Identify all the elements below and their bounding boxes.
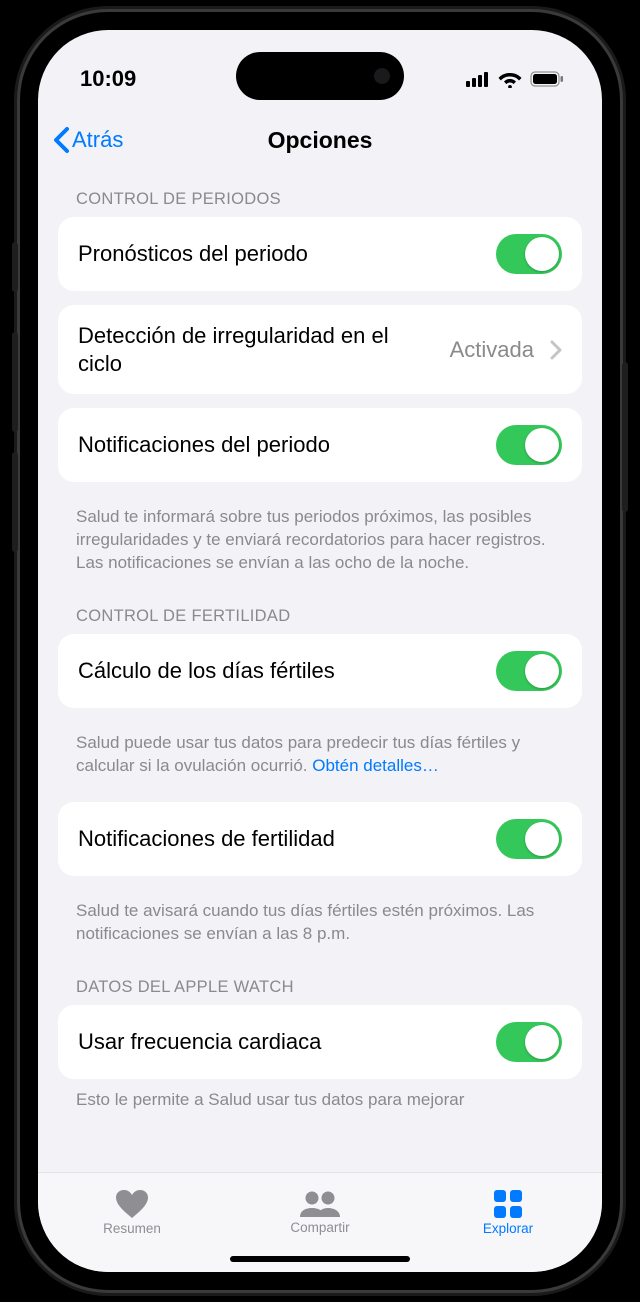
tab-summary[interactable]: Resumen bbox=[38, 1173, 226, 1252]
toggle-heart-rate[interactable] bbox=[496, 1022, 562, 1062]
iphone-device-frame: 10:09 Atrás Opciones bbox=[20, 12, 620, 1290]
toggle-period-notifications[interactable] bbox=[496, 425, 562, 465]
section-header-watch: DATOS DEL APPLE WATCH bbox=[58, 950, 582, 1005]
back-label: Atrás bbox=[72, 127, 123, 153]
home-indicator[interactable] bbox=[230, 1256, 410, 1262]
toggle-period-predictions[interactable] bbox=[496, 234, 562, 274]
chevron-left-icon bbox=[52, 126, 70, 154]
toggle-fertility-notifications[interactable] bbox=[496, 819, 562, 859]
page-title: Opciones bbox=[268, 127, 373, 154]
tab-sharing[interactable]: Compartir bbox=[226, 1173, 414, 1252]
status-time: 10:09 bbox=[80, 66, 136, 92]
section-footer-period: Salud te informará sobre tus periodos pr… bbox=[58, 496, 582, 579]
row-fertility-notifications[interactable]: Notificaciones de fertilidad bbox=[58, 802, 582, 876]
row-label: Cálculo de los días fértiles bbox=[78, 657, 480, 685]
row-cycle-deviation[interactable]: Detección de irregularidad en el ciclo A… bbox=[58, 305, 582, 394]
tab-label: Compartir bbox=[290, 1220, 349, 1235]
heart-icon bbox=[115, 1189, 149, 1219]
section-header-fertility: CONTROL DE FERTILIDAD bbox=[58, 579, 582, 634]
row-period-notifications[interactable]: Notificaciones del periodo bbox=[58, 408, 582, 482]
dynamic-island bbox=[236, 52, 404, 100]
footer-text: Salud puede usar tus datos para predecir… bbox=[76, 733, 520, 775]
row-heart-rate[interactable]: Usar frecuencia cardiaca bbox=[58, 1005, 582, 1079]
grid-icon bbox=[493, 1189, 523, 1219]
battery-icon bbox=[530, 71, 564, 87]
row-value: Activada bbox=[450, 337, 534, 363]
section-header-period: CONTROL DE PERIODOS bbox=[58, 170, 582, 217]
screen: 10:09 Atrás Opciones bbox=[38, 30, 602, 1272]
learn-more-link[interactable]: Obtén detalles… bbox=[312, 756, 439, 775]
row-label: Notificaciones de fertilidad bbox=[78, 825, 480, 853]
row-label: Pronósticos del periodo bbox=[78, 240, 480, 268]
back-button[interactable]: Atrás bbox=[52, 126, 123, 154]
cellular-icon bbox=[466, 71, 490, 87]
navigation-bar: Atrás Opciones bbox=[38, 110, 602, 170]
tab-label: Explorar bbox=[483, 1221, 533, 1236]
section-footer-watch-partial: Esto le permite a Salud usar tus datos p… bbox=[58, 1079, 582, 1112]
chevron-right-icon bbox=[550, 340, 562, 360]
tab-label: Resumen bbox=[103, 1221, 161, 1236]
row-fertile-window[interactable]: Cálculo de los días fértiles bbox=[58, 634, 582, 708]
wifi-icon bbox=[498, 70, 522, 88]
settings-list[interactable]: CONTROL DE PERIODOS Pronósticos del peri… bbox=[38, 170, 602, 1172]
people-icon bbox=[298, 1190, 342, 1218]
row-period-predictions[interactable]: Pronósticos del periodo bbox=[58, 217, 582, 291]
section-footer-fertile-window: Salud puede usar tus datos para predecir… bbox=[58, 722, 582, 782]
section-footer-fertility-notifications: Salud te avisará cuando tus días fértile… bbox=[58, 890, 582, 950]
toggle-fertile-window[interactable] bbox=[496, 651, 562, 691]
row-label: Usar frecuencia cardiaca bbox=[78, 1028, 480, 1056]
row-label: Detección de irregularidad en el ciclo bbox=[78, 322, 434, 377]
tab-browse[interactable]: Explorar bbox=[414, 1173, 602, 1252]
row-label: Notificaciones del periodo bbox=[78, 431, 480, 459]
